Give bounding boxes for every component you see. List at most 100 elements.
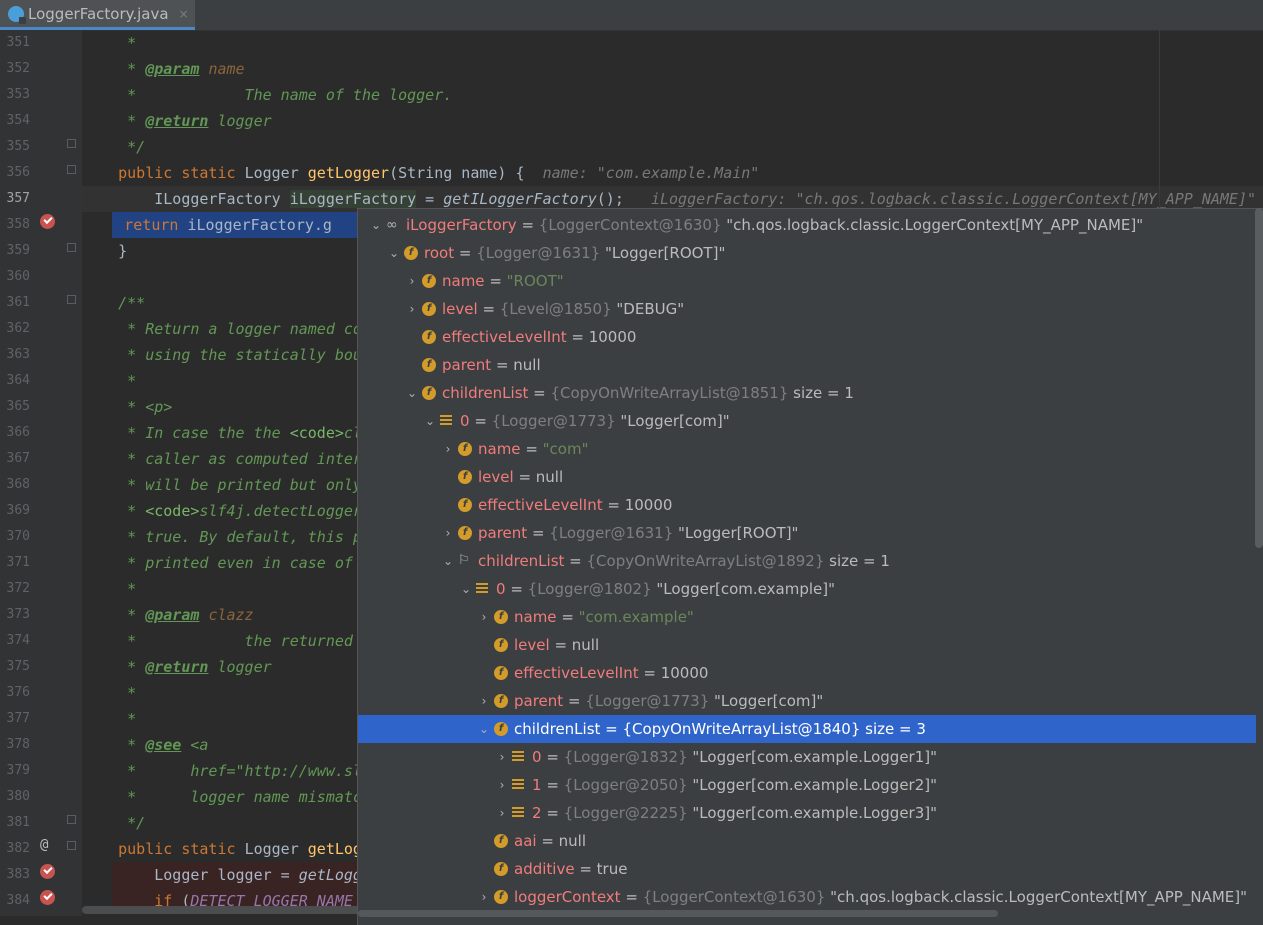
variable-name: level bbox=[478, 468, 514, 486]
variable-name: aai bbox=[514, 832, 537, 850]
variable-value: null bbox=[513, 356, 541, 374]
variable-tree-row[interactable]: ⌄ 0 = {Logger@1773} "Logger[com]" bbox=[358, 407, 1256, 435]
variable-tree-row[interactable]: › f name = "ROOT" bbox=[358, 267, 1256, 295]
variable-tree-row[interactable]: › f loggerContext = {LoggerContext@1630} "… bbox=[358, 883, 1256, 911]
variable-tree-row[interactable]: › 2 = {Logger@2225} "Logger[com.example.L… bbox=[358, 799, 1256, 827]
variable-name: parent bbox=[514, 692, 564, 710]
line-number: 353 bbox=[6, 87, 30, 102]
variable-equals: = bbox=[528, 384, 551, 402]
expand-chevron-right-icon[interactable]: › bbox=[496, 743, 508, 771]
popup-vertical-scrollbar[interactable] bbox=[1255, 208, 1263, 548]
expand-chevron-right-icon[interactable]: › bbox=[406, 267, 418, 295]
variable-tree-row[interactable]: › 0 = {Logger@1832} "Logger[com.example.L… bbox=[358, 743, 1256, 771]
fold-icon[interactable] bbox=[67, 841, 76, 850]
line-number: 356 bbox=[6, 165, 30, 180]
expand-chevron-down-icon[interactable]: ⌄ bbox=[460, 575, 472, 603]
variable-tree-row[interactable]: f parent = null bbox=[358, 351, 1256, 379]
variable-name: 0 bbox=[496, 580, 506, 598]
variable-tree-row[interactable]: ⌄ f root = {Logger@1631} "Logger[ROOT]" bbox=[358, 239, 1256, 267]
line-number: 380 bbox=[6, 789, 30, 804]
variable-tree-row[interactable]: › f name = "com" bbox=[358, 435, 1256, 463]
fold-icon[interactable] bbox=[67, 165, 76, 174]
variable-tree-row[interactable]: ⌄ ∞ iLoggerFactory = {LoggerContext@1630} … bbox=[358, 211, 1256, 239]
expand-chevron-down-icon[interactable]: ⌄ bbox=[424, 407, 436, 435]
variable-tree-row[interactable]: › f name = "com.example" bbox=[358, 603, 1256, 631]
variable-tree-row[interactable]: f aai = null bbox=[358, 827, 1256, 855]
variable-reference: {Logger@2225} bbox=[563, 804, 688, 822]
variable-text: level = null bbox=[478, 463, 563, 491]
close-tab-icon[interactable]: × bbox=[179, 7, 189, 21]
variable-text: additive = true bbox=[514, 855, 627, 883]
line-number: 357 bbox=[6, 191, 30, 206]
variable-tree-row[interactable]: f effectiveLevelInt = 10000 bbox=[358, 491, 1256, 519]
variable-name: effectiveLevelInt bbox=[478, 496, 603, 514]
expand-chevron-down-icon[interactable]: ⌄ bbox=[388, 239, 400, 267]
variable-name: childrenList bbox=[514, 720, 601, 738]
variable-equals: = bbox=[541, 804, 564, 822]
variable-text: level = {Level@1850} "DEBUG" bbox=[442, 295, 684, 323]
field-icon: f bbox=[458, 526, 472, 540]
line-number: 375 bbox=[6, 659, 30, 674]
variable-value: size = 1 bbox=[824, 552, 890, 570]
variable-equals: = bbox=[491, 356, 514, 374]
fold-icon[interactable] bbox=[67, 815, 76, 824]
expand-chevron-right-icon[interactable]: › bbox=[442, 519, 454, 547]
expand-chevron-right-icon[interactable]: › bbox=[478, 883, 490, 911]
expand-chevron-right-icon[interactable]: › bbox=[478, 687, 490, 715]
variable-value: "com" bbox=[542, 440, 589, 458]
breakpoint-icon[interactable] bbox=[40, 890, 55, 905]
variable-name: level bbox=[514, 636, 550, 654]
variable-reference: {Logger@1802} bbox=[527, 580, 652, 598]
fold-icon[interactable] bbox=[67, 243, 76, 252]
fold-icon[interactable] bbox=[67, 139, 76, 148]
breakpoint-icon[interactable] bbox=[40, 864, 55, 879]
variable-tree-row[interactable]: ⌄ ⚐ childrenList = {CopyOnWriteArrayList@1… bbox=[358, 547, 1256, 575]
debugger-value-popup[interactable]: ⌄ ∞ iLoggerFactory = {LoggerContext@1630} … bbox=[357, 208, 1263, 925]
expand-chevron-right-icon[interactable]: › bbox=[496, 799, 508, 827]
field-icon: f bbox=[494, 890, 508, 904]
variable-tree-row[interactable]: ⌄ f childrenList = {CopyOnWriteArrayList@1… bbox=[358, 715, 1256, 743]
variable-equals: = bbox=[602, 496, 625, 514]
variable-tree-row[interactable]: › f parent = {Logger@1773} "Logger[com]" bbox=[358, 687, 1256, 715]
variable-text: name = "ROOT" bbox=[442, 267, 564, 295]
editor-gutter[interactable]: 351 352 353 354 355 356 357 358 359 360 … bbox=[0, 30, 96, 916]
variable-text: childrenList = {CopyOnWriteArrayList@189… bbox=[478, 547, 890, 575]
variable-tree-row[interactable]: › f level = {Level@1850} "DEBUG" bbox=[358, 295, 1256, 323]
variable-value: "Logger[com]" bbox=[615, 412, 730, 430]
tab-loggerfactory-java[interactable]: LoggerFactory.java × bbox=[0, 0, 195, 30]
scrollbar-thumb[interactable] bbox=[358, 910, 998, 917]
variable-name: iLoggerFactory bbox=[406, 216, 517, 234]
variable-equals: = bbox=[527, 524, 550, 542]
variable-name: effectiveLevelInt bbox=[514, 664, 639, 682]
expand-chevron-down-icon[interactable]: ⌄ bbox=[478, 715, 490, 743]
override-annotation-icon[interactable]: @ bbox=[40, 832, 48, 858]
variable-tree-row[interactable]: › f parent = {Logger@1631} "Logger[ROOT]" bbox=[358, 519, 1256, 547]
fold-icon[interactable] bbox=[67, 295, 76, 304]
variable-tree-row[interactable]: f level = null bbox=[358, 463, 1256, 491]
expand-chevron-right-icon[interactable]: › bbox=[406, 295, 418, 323]
variable-name: name bbox=[478, 440, 521, 458]
variable-reference: {Level@1850} bbox=[499, 300, 612, 318]
line-number: 373 bbox=[6, 607, 30, 622]
expand-chevron-right-icon[interactable]: › bbox=[496, 771, 508, 799]
variable-tree-row[interactable]: ⌄ f childrenList = {CopyOnWriteArrayList@1… bbox=[358, 379, 1256, 407]
variable-value: 10000 bbox=[660, 664, 709, 682]
expand-chevron-right-icon[interactable]: › bbox=[442, 435, 454, 463]
array-element-icon bbox=[512, 807, 524, 819]
variable-tree-row[interactable]: ⌄ 0 = {Logger@1802} "Logger[com.example]" bbox=[358, 575, 1256, 603]
expand-chevron-down-icon[interactable]: ⌄ bbox=[370, 211, 382, 239]
variable-tree-row[interactable]: f level = null bbox=[358, 631, 1256, 659]
variable-tree-row[interactable]: f additive = true bbox=[358, 855, 1256, 883]
variable-tree-row[interactable]: f effectiveLevelInt = 10000 bbox=[358, 659, 1256, 687]
variable-tree-row[interactable]: › 1 = {Logger@2050} "Logger[com.example.L… bbox=[358, 771, 1256, 799]
line-number: 359 bbox=[6, 243, 30, 258]
line-number: 360 bbox=[6, 269, 30, 284]
expand-chevron-down-icon[interactable]: ⌄ bbox=[442, 547, 454, 575]
line-number: 354 bbox=[6, 113, 30, 128]
variable-tree-row[interactable]: f effectiveLevelInt = 10000 bbox=[358, 323, 1256, 351]
expand-chevron-right-icon[interactable]: › bbox=[478, 603, 490, 631]
popup-horizontal-scrollbar[interactable] bbox=[358, 910, 1263, 918]
variable-name: root bbox=[424, 244, 455, 262]
expand-chevron-down-icon[interactable]: ⌄ bbox=[406, 379, 418, 407]
variable-reference: {Logger@2050} bbox=[563, 776, 688, 794]
